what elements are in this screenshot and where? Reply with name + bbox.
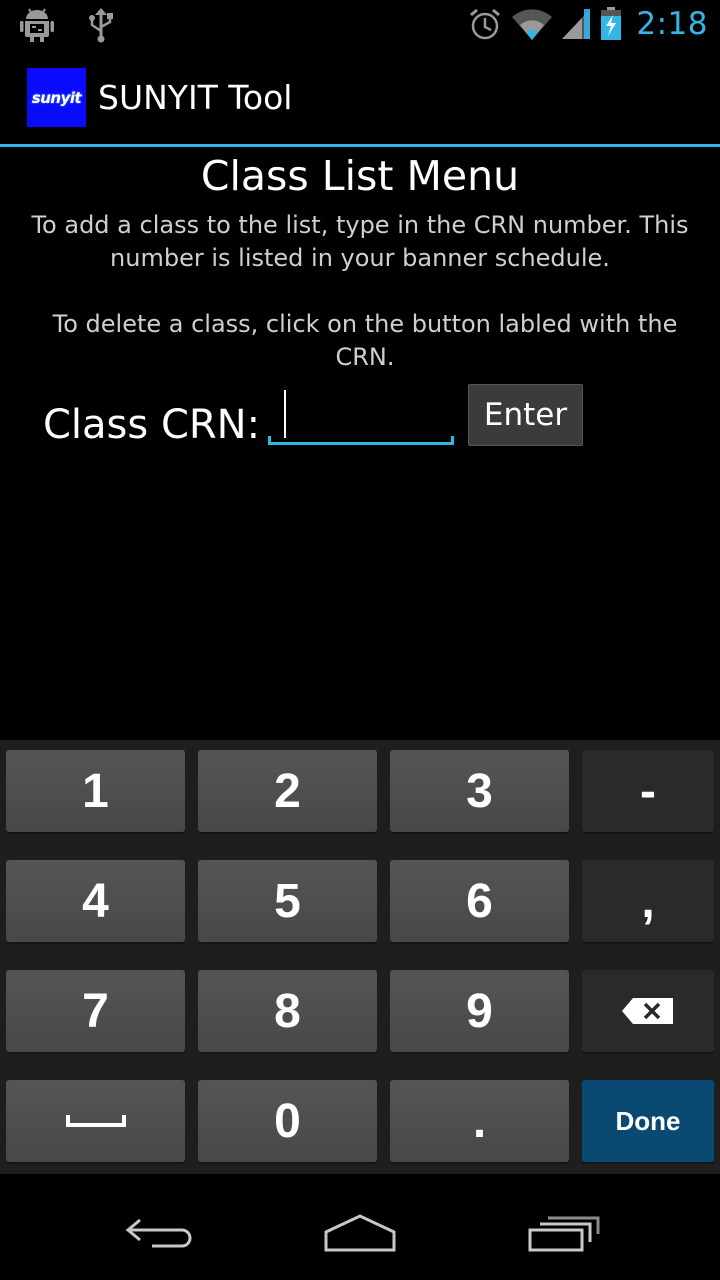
key-5[interactable]: 5 (198, 860, 377, 942)
key-backspace[interactable] (582, 970, 714, 1052)
key-1[interactable]: 1 (6, 750, 185, 832)
delete-instructions: To delete a class, click on the button l… (52, 310, 678, 371)
key-9[interactable]: 9 (390, 970, 569, 1052)
wifi-icon (512, 9, 553, 40)
clock: 2:18 (636, 6, 708, 42)
key-0[interactable]: 0 (198, 1080, 377, 1162)
key-3[interactable]: 3 (390, 750, 569, 832)
battery-charging-icon (601, 7, 622, 40)
key-8[interactable]: 8 (198, 970, 377, 1052)
status-bar-notifications (20, 7, 118, 43)
back-icon[interactable] (122, 1212, 202, 1256)
app-logo-icon[interactable]: sunyit (27, 68, 86, 127)
key-minus[interactable]: - (582, 750, 714, 832)
logo-text: sunyit (31, 88, 82, 107)
usb-icon (89, 8, 113, 43)
home-icon[interactable] (320, 1212, 400, 1256)
action-bar-divider (0, 144, 720, 147)
key-comma[interactable]: , (582, 860, 714, 942)
recent-apps-icon[interactable] (522, 1212, 602, 1256)
key-done[interactable]: Done (582, 1080, 714, 1162)
add-instructions: To add a class to the list, type in the … (31, 211, 689, 272)
key-7[interactable]: 7 (6, 970, 185, 1052)
alarm-icon (470, 8, 501, 40)
key-period[interactable]: . (390, 1080, 569, 1162)
numeric-keyboard: 1 2 3 - 4 5 6 , 7 8 9 0 . Done (0, 740, 720, 1174)
space-icon (65, 1115, 126, 1127)
key-6[interactable]: 6 (390, 860, 569, 942)
navigation-bar (0, 1174, 720, 1280)
action-bar: sunyit SUNYIT Tool (0, 50, 720, 147)
text-cursor (284, 390, 286, 438)
screen: 2:18 sunyit SUNYIT Tool Class List Menu … (0, 0, 720, 1280)
crn-input-underline (268, 436, 454, 445)
signal-icon (562, 9, 591, 39)
key-4[interactable]: 4 (6, 860, 185, 942)
backspace-icon (622, 998, 673, 1024)
app-title: SUNYIT Tool (98, 78, 293, 117)
status-bar-system: 2:18 (468, 6, 708, 42)
crn-label: Class CRN: (43, 402, 261, 448)
key-space[interactable] (6, 1080, 185, 1162)
android-debug-icon (20, 8, 54, 42)
page-title: Class List Menu (200, 152, 520, 200)
crn-input[interactable] (268, 388, 456, 446)
status-bar: 2:18 (0, 0, 720, 50)
enter-button[interactable]: Enter (468, 384, 583, 446)
key-2[interactable]: 2 (198, 750, 377, 832)
